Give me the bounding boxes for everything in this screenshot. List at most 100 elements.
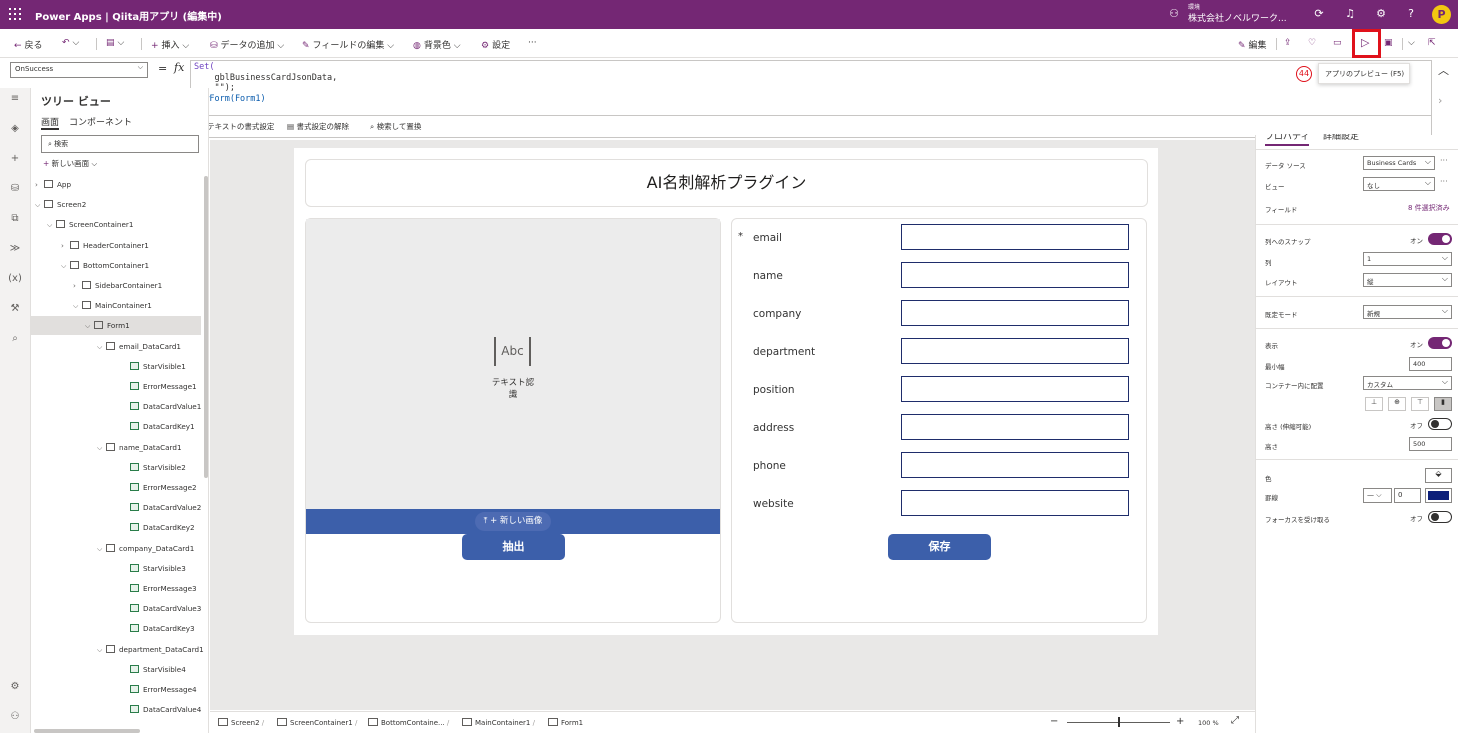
focus-toggle[interactable] <box>1428 511 1452 523</box>
tree-item[interactable]: ⌵ BottomContainer1 <box>31 256 201 275</box>
remove-format-button[interactable]: ▤ 書式設定の解除 <box>287 121 349 132</box>
variables-icon[interactable]: (x) <box>8 273 22 287</box>
layout-dropdown[interactable]: 縦 ⌵ <box>1363 273 1452 287</box>
border-style-dropdown[interactable]: — ⌵ <box>1363 488 1392 503</box>
tree-item[interactable]: ⌵ Screen2 <box>31 195 201 214</box>
settings-icon[interactable]: ⚙ <box>8 681 22 695</box>
edit-fields-button[interactable]: ✎ フィールドの編集 ⌵ <box>302 38 394 51</box>
more-icon[interactable]: ··· <box>1440 177 1448 186</box>
tools-icon[interactable]: ⚒ <box>8 303 22 317</box>
edit-button[interactable]: ✎ 編集 <box>1238 38 1267 51</box>
align-stretch-icon[interactable]: ▮ <box>1434 397 1452 411</box>
tree-item[interactable]: DataCardKey3 <box>31 619 201 638</box>
power-automate-icon[interactable]: ≫ <box>8 243 22 257</box>
datasource-dropdown[interactable]: Business Cards ⌵ <box>1363 156 1435 170</box>
settings-button[interactable]: ⚙ 設定 <box>481 38 510 51</box>
visible-toggle[interactable] <box>1428 337 1452 349</box>
zoom-slider-thumb[interactable] <box>1118 717 1120 727</box>
minwidth-input[interactable]: 400 <box>1409 357 1452 371</box>
tree-item[interactable]: StarVisible4 <box>31 660 201 679</box>
app-checker-icon[interactable]: ♡ <box>1308 38 1319 48</box>
tree-item[interactable]: StarVisible1 <box>31 357 201 376</box>
expand-chevron-icon[interactable]: ⌵ <box>61 256 70 275</box>
new-screen-button[interactable]: + 新しい画面 ⌵ <box>43 158 97 169</box>
tree-item[interactable]: ErrorMessage2 <box>31 478 201 497</box>
formula-editor[interactable]: Set( gblBusinessCardJsonData, ""); NewFor… <box>190 60 1432 116</box>
expand-chevron-icon[interactable]: › <box>61 236 70 255</box>
tree-item[interactable]: ErrorMessage3 <box>31 579 201 598</box>
tree-item[interactable]: ⌵ Form1 <box>31 316 201 336</box>
expand-chevron-icon[interactable]: ⌵ <box>35 195 44 214</box>
comments-icon[interactable]: ▭ <box>1333 38 1345 48</box>
tree-item[interactable]: DataCardValue2 <box>31 498 201 517</box>
tree-item[interactable]: ⌵ company_DataCard1 <box>31 539 201 558</box>
breadcrumb-item[interactable]: Form1 <box>548 718 583 727</box>
undo-button[interactable]: ↶ ⌵ <box>62 38 79 48</box>
media-icon[interactable]: ⧉ <box>8 213 22 227</box>
find-replace-button[interactable]: ⌕ 検索して置換 <box>370 121 421 132</box>
data-icon[interactable]: ⛁ <box>8 183 22 197</box>
tree-item[interactable]: ⌵ email_DataCard1 <box>31 337 201 356</box>
save-icon[interactable]: ▣ <box>1384 38 1396 48</box>
more-icon[interactable]: ··· <box>1440 156 1448 165</box>
share-icon[interactable]: ⇪ <box>1284 38 1295 48</box>
field-input[interactable] <box>901 224 1129 250</box>
tree-scrollbar[interactable] <box>204 176 208 478</box>
align-end-icon[interactable]: ⊤ <box>1411 397 1429 411</box>
tab-advanced[interactable]: 詳細設定 <box>1323 134 1359 146</box>
background-color-button[interactable]: ◍ 背景色 ⌵ <box>413 38 461 51</box>
view-dropdown[interactable]: なし ⌵ <box>1363 177 1435 191</box>
tree-item[interactable]: ErrorMessage4 <box>31 680 201 699</box>
field-input[interactable] <box>901 414 1129 440</box>
chevron-right-icon[interactable]: › <box>1438 94 1442 107</box>
app-launcher-icon[interactable] <box>9 8 21 20</box>
fill-color-picker[interactable]: ⬙ <box>1425 468 1452 483</box>
expand-chevron-icon[interactable]: ⌵ <box>97 337 106 356</box>
columns-dropdown[interactable]: 1 ⌵ <box>1363 252 1452 266</box>
zoom-out-button[interactable]: − <box>1050 716 1058 727</box>
tree-item[interactable]: ErrorMessage1 <box>31 377 201 396</box>
tab-screens[interactable]: 画面 <box>41 115 60 130</box>
property-dropdown[interactable]: OnSuccess ⌵ <box>10 62 148 78</box>
expand-chevron-icon[interactable]: ⌵ <box>47 215 56 234</box>
align-dropdown[interactable]: カスタム ⌵ <box>1363 376 1452 390</box>
tree-item[interactable]: › HeaderContainer1 <box>31 236 201 255</box>
tree-item[interactable]: › SidebarContainer1 <box>31 276 201 295</box>
save-options-chevron-icon[interactable]: ⌵ <box>1408 38 1415 48</box>
tree-horizontal-scrollbar[interactable] <box>34 729 140 733</box>
border-width-input[interactable]: 0 <box>1394 488 1421 503</box>
field-input[interactable] <box>901 300 1129 326</box>
new-image-button[interactable]: ⤒ + 新しい画像 <box>475 512 551 531</box>
format-text-button[interactable]: ☰ テキストの書式設定 <box>198 121 274 132</box>
paste-button[interactable]: ▤ ⌵ <box>106 38 124 48</box>
expand-chevron-icon[interactable]: › <box>35 175 44 194</box>
tree-item[interactable]: ⌵ ScreenContainer1 <box>31 215 201 234</box>
help-icon[interactable]: ? <box>1404 7 1418 21</box>
expand-chevron-icon[interactable]: › <box>73 276 82 295</box>
gear-icon[interactable]: ⚙ <box>1374 7 1388 21</box>
publish-icon[interactable]: ⇱ <box>1428 38 1439 48</box>
hamburger-icon[interactable]: ≡ <box>8 93 22 107</box>
tab-properties[interactable]: プロパティ <box>1265 134 1310 146</box>
tree-item[interactable]: StarVisible3 <box>31 559 201 578</box>
collapse-formula-icon[interactable]: ︿ <box>1438 62 1449 78</box>
tree-search-input[interactable]: ⌕ 検索 <box>41 135 199 153</box>
expand-chevron-icon[interactable]: ⌵ <box>97 640 106 659</box>
tree-item[interactable]: DataCardValue3 <box>31 599 201 618</box>
tree-item[interactable]: DataCardValue4 <box>31 700 201 719</box>
save-button[interactable]: 保存 <box>888 534 991 560</box>
field-input[interactable] <box>901 452 1129 478</box>
breadcrumb-item[interactable]: Screen2 / <box>218 718 264 727</box>
tree-item[interactable]: DataCardKey1 <box>31 417 201 436</box>
tree-item[interactable]: DataCardValue1 <box>31 397 201 416</box>
tree-item[interactable]: › App <box>31 175 201 194</box>
bell-icon[interactable]: ♫ <box>1343 7 1357 21</box>
back-button[interactable]: ← 戻る <box>14 38 43 51</box>
fields-link[interactable]: 8 件選択済み <box>1408 203 1450 213</box>
breadcrumb-item[interactable]: BottomContaine... / <box>368 718 449 727</box>
flexheight-toggle[interactable] <box>1428 418 1452 430</box>
more-button[interactable]: ··· <box>528 38 537 48</box>
tree-item[interactable]: ⌵ department_DataCard1 <box>31 640 204 659</box>
fit-to-window-icon[interactable]: ⤢ <box>1231 715 1239 726</box>
search-icon[interactable]: ⌕ <box>8 333 22 347</box>
